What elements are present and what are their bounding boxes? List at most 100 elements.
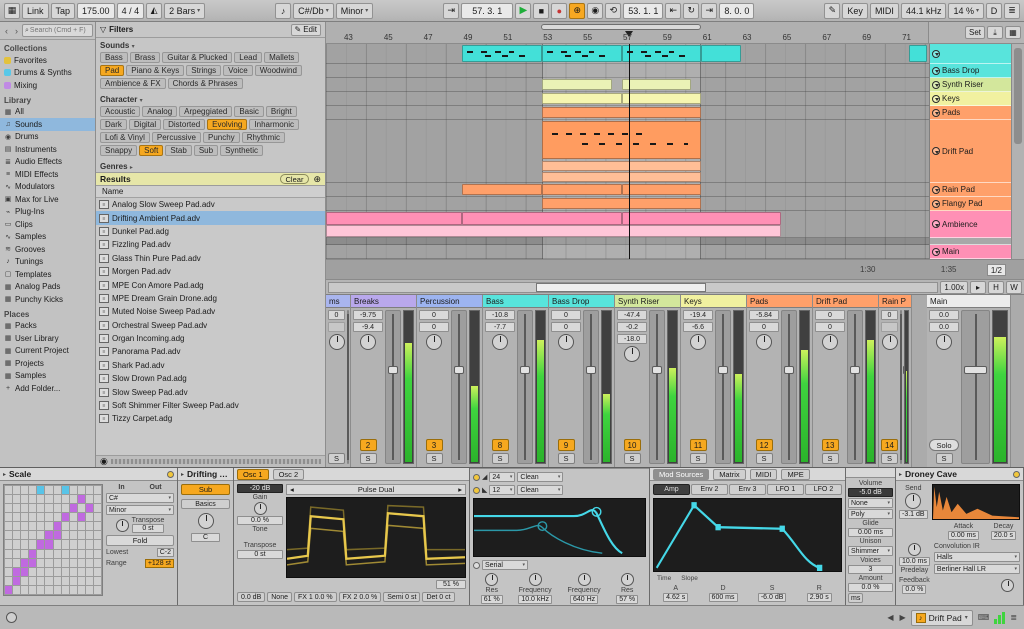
scale-grid-cell[interactable] (29, 567, 37, 576)
prev-wavetable-icon[interactable]: ◂ (290, 485, 294, 494)
next-device-icon[interactable]: ▶ (899, 613, 907, 622)
scale-grid-cell[interactable] (53, 504, 61, 513)
scale-grid-cell[interactable] (69, 522, 77, 531)
filter-tag[interactable]: Piano & Keys (126, 65, 185, 76)
mixer-strip[interactable]: Bass Drop 0 0 9 S (549, 295, 615, 467)
automation-arm-button[interactable]: ◉ (587, 2, 604, 19)
scale-grid-cell[interactable] (37, 504, 45, 513)
arrangement-clip[interactable] (701, 45, 742, 62)
peak-value[interactable]: 0 (551, 322, 581, 332)
scale-grid-cell[interactable] (13, 495, 21, 504)
scale-name-menu[interactable]: Minor ▾ (106, 505, 174, 515)
scale-grid-cell[interactable] (29, 504, 37, 513)
add-filter-icon[interactable]: ⊕ (313, 174, 321, 185)
solo-button[interactable]: S (359, 453, 377, 464)
browser-file-row[interactable]: ≡ Slow Sweep Pad.adv (96, 385, 325, 398)
fader-handle[interactable] (520, 365, 530, 374)
arrangement-clip[interactable] (541, 79, 612, 90)
scale-grid-cell[interactable] (69, 576, 77, 585)
scale-grid-cell[interactable] (29, 576, 37, 585)
scale-grid-cell[interactable] (37, 585, 45, 594)
sidebar-item[interactable]: ▦ Analog Pads (0, 281, 95, 294)
scale-grid-cell[interactable] (53, 585, 61, 594)
mod-tab[interactable]: Matrix (713, 468, 746, 480)
menu-icon[interactable]: ▦ (4, 2, 20, 19)
scale-grid-cell[interactable] (61, 513, 69, 522)
device-fold-icon[interactable]: ▸ (899, 471, 902, 478)
track-header[interactable]: Pads (930, 106, 1011, 120)
solo-button[interactable]: S (491, 453, 509, 464)
mixer-track-name[interactable]: ms (326, 295, 350, 308)
osc-param[interactable]: FX 1 0.0 % (293, 592, 337, 602)
peak-value[interactable]: 0.0 (929, 310, 959, 320)
scale-grid-cell[interactable] (45, 522, 53, 531)
peak-value[interactable]: 0 (815, 322, 845, 332)
filter-tag[interactable]: Brass (129, 52, 161, 63)
mixer-track-name[interactable]: Percussion (417, 295, 482, 308)
pan-knob[interactable] (360, 334, 376, 350)
zoom-width-button[interactable]: W (1006, 280, 1022, 294)
browser-file-row[interactable]: ≡ Shark Pad.adv (96, 359, 325, 372)
peak-value[interactable]: -5.84 (749, 310, 779, 320)
volume-fader[interactable] (715, 310, 731, 464)
filter-knob[interactable] (528, 573, 542, 586)
filter-tag[interactable]: Rhythmic (241, 132, 286, 143)
pan-knob[interactable] (624, 346, 640, 362)
filter-group-sounds[interactable]: Sounds ▾ (96, 38, 325, 51)
scale-grid-cell[interactable] (5, 495, 13, 504)
scale-grid-cell[interactable] (5, 486, 13, 495)
scale-grid-cell[interactable] (45, 549, 53, 558)
peak-value[interactable]: 0 (419, 310, 449, 320)
knob-value[interactable]: 57 % (616, 595, 639, 604)
scale-grid-cell[interactable] (77, 549, 85, 558)
scale-grid-cell[interactable] (21, 540, 29, 549)
scale-grid-cell[interactable] (21, 558, 29, 567)
track-header[interactable]: Keys (930, 92, 1011, 106)
scale-grid-cell[interactable] (29, 486, 37, 495)
predelay-value[interactable]: 10.0 ms (899, 557, 930, 566)
scale-grid-cell[interactable] (69, 495, 77, 504)
sidebar-item[interactable]: ▦ Packs (0, 320, 95, 333)
peak-value[interactable] (328, 322, 345, 332)
sidebar-item[interactable]: Favorites (0, 54, 95, 67)
scale-grid-cell[interactable] (77, 567, 85, 576)
zoom-level[interactable]: 1.00x (940, 280, 968, 294)
arrangement-clip[interactable] (621, 79, 692, 90)
status-icon[interactable] (6, 612, 17, 623)
set-button[interactable]: Set (964, 26, 985, 39)
sidebar-item[interactable]: ▦ Projects (0, 357, 95, 370)
filter1-slope-menu[interactable]: 24 ▾ (489, 472, 516, 482)
scale-grid-cell[interactable] (85, 567, 93, 576)
scale-grid-cell[interactable] (5, 531, 13, 540)
scale-grid-cell[interactable] (29, 540, 37, 549)
scale-grid-cell[interactable] (37, 576, 45, 585)
scale-grid-cell[interactable] (21, 513, 29, 522)
solo-button[interactable]: S (328, 453, 345, 464)
transpose-value[interactable]: 0 st (131, 524, 165, 533)
tap-tempo-button[interactable]: Tap (50, 2, 76, 19)
scale-grid-cell[interactable] (13, 540, 21, 549)
scale-grid-cell[interactable] (29, 585, 37, 594)
param-value[interactable]: 600 ms (708, 593, 738, 602)
scale-grid-cell[interactable] (21, 522, 29, 531)
filter-tag[interactable]: Arpeggiated (179, 106, 233, 117)
device-fold-icon[interactable]: ▸ (3, 471, 6, 478)
scale-grid-cell[interactable] (61, 504, 69, 513)
scale-grid-cell[interactable] (93, 576, 101, 585)
scale-grid-cell[interactable] (5, 513, 13, 522)
scale-grid-cell[interactable] (61, 486, 69, 495)
preview-icon[interactable]: ◉ (100, 456, 108, 467)
mixer-track-name[interactable]: Synth Riser (615, 295, 680, 308)
scale-grid-cell[interactable] (61, 549, 69, 558)
search-input[interactable] (29, 27, 90, 34)
scale-grid-cell[interactable] (13, 522, 21, 531)
mod-tab[interactable]: Mod Sources (653, 468, 710, 480)
mod-sub-tab[interactable]: LFO 1 (767, 484, 804, 495)
volume-fader[interactable] (385, 310, 401, 464)
scale-grid-cell[interactable] (69, 585, 77, 594)
scale-grid-cell[interactable] (45, 531, 53, 540)
scale-grid-cell[interactable] (69, 549, 77, 558)
scale-grid-cell[interactable] (61, 495, 69, 504)
scale-grid-cell[interactable] (13, 531, 21, 540)
scale-grid-cell[interactable] (61, 540, 69, 549)
